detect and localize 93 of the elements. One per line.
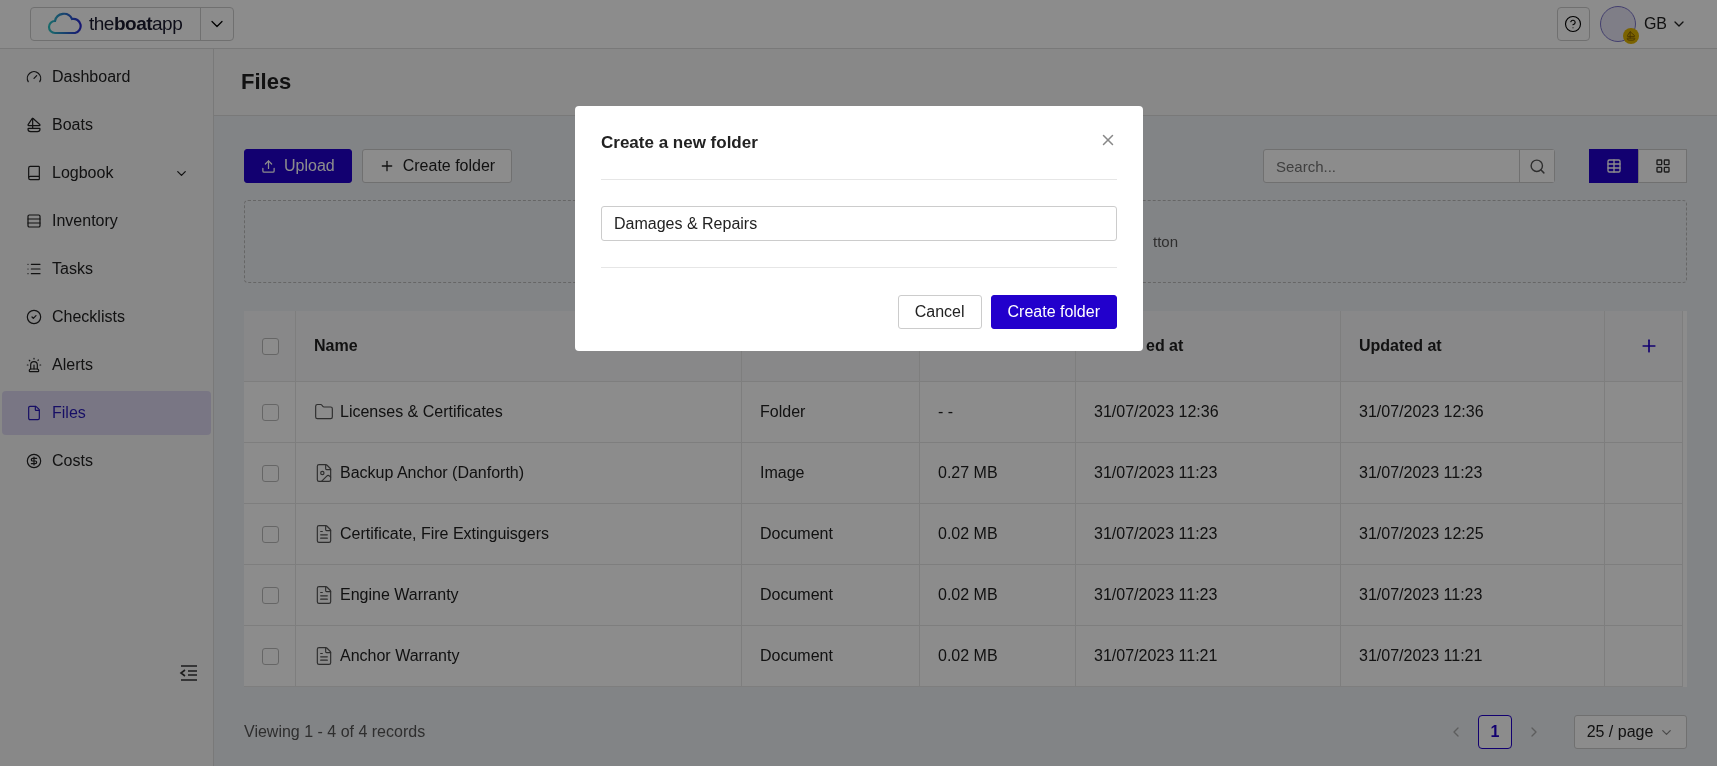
- page-button[interactable]: 1: [1478, 715, 1512, 749]
- file-icon: [26, 405, 42, 421]
- table-cell: 0.02 MB: [938, 647, 998, 665]
- table-cell: 31/07/2023 11:23: [1094, 586, 1218, 604]
- sidebar-item[interactable]: Inventory: [2, 199, 211, 243]
- search-icon: [1528, 157, 1546, 175]
- file-name: Anchor Warranty: [340, 647, 460, 665]
- checkbox[interactable]: [262, 403, 279, 421]
- sidebar-label: Boats: [52, 116, 94, 134]
- checkbox[interactable]: [262, 464, 279, 482]
- sidebar-label: Checklists: [52, 308, 126, 326]
- table-cell: 31/07/2023 11:23: [1359, 586, 1483, 604]
- table-cell: Document: [760, 647, 833, 665]
- sailboat-icon: [26, 117, 42, 133]
- siren-icon: [26, 357, 42, 373]
- table-cell: Folder: [760, 403, 806, 421]
- sidebar-label: Costs: [52, 452, 94, 470]
- create-folder-button[interactable]: Create folder: [361, 149, 513, 183]
- drop-zone-text: tton: [1153, 233, 1179, 250]
- page-title: Files: [241, 69, 292, 95]
- table-view-icon: [1605, 158, 1622, 174]
- file-name: Engine Warranty: [340, 586, 459, 604]
- sidebar-item[interactable]: Dashboard: [2, 55, 211, 99]
- sidebar-label: Tasks: [52, 260, 94, 278]
- rows-icon: [26, 213, 42, 229]
- table-cell: 0.27 MB: [938, 464, 998, 482]
- sidebar-item[interactable]: Costs: [2, 439, 211, 483]
- table-cell: 31/07/2023 11:23: [1094, 464, 1218, 482]
- help-icon: [1564, 15, 1583, 33]
- user-menu[interactable]: GB: [1635, 15, 1687, 33]
- sidebar-item[interactable]: Files: [2, 391, 211, 435]
- brand-name: theboatapp: [89, 13, 183, 35]
- upload-button[interactable]: Upload: [244, 149, 352, 183]
- avatar[interactable]: [1599, 6, 1636, 42]
- checkbox[interactable]: [262, 525, 279, 543]
- cloud-logo-icon: [47, 12, 83, 36]
- table-cell: 31/07/2023 11:23: [1094, 525, 1218, 543]
- column-header: ed at: [1146, 337, 1184, 355]
- search-input[interactable]: Search...: [1264, 150, 1519, 182]
- cancel-button[interactable]: Cancel: [897, 295, 982, 329]
- help-button[interactable]: [1556, 7, 1590, 41]
- table-cell: 31/07/2023 12:36: [1359, 403, 1484, 421]
- page-size-select[interactable]: 25 / page: [1574, 715, 1687, 749]
- folder-name-field[interactable]: Damages & Repairs: [601, 206, 1117, 241]
- sidebar-label: Dashboard: [52, 68, 132, 86]
- image-file-icon: [314, 463, 334, 483]
- table-cell: 31/07/2023 11:21: [1359, 647, 1483, 665]
- table-cell: 31/07/2023 11:21: [1094, 647, 1218, 665]
- document-icon: [314, 585, 334, 605]
- sidebar-item[interactable]: Tasks: [2, 247, 211, 291]
- gauge-icon: [26, 69, 42, 85]
- checkbox[interactable]: [262, 647, 279, 665]
- table-cell: Image: [760, 464, 805, 482]
- records-summary: Viewing 1 - 4 of 4 records: [244, 723, 427, 741]
- sidebar-item[interactable]: Logbook: [2, 151, 211, 195]
- table-cell: Document: [760, 525, 833, 543]
- list-icon: [26, 261, 42, 277]
- checkbox[interactable]: [262, 586, 279, 604]
- sidebar-label: Alerts: [52, 356, 94, 374]
- column-header: Updated at: [1359, 337, 1442, 355]
- boat-badge-icon: [1622, 28, 1639, 44]
- file-name: Backup Anchor (Danforth): [340, 464, 525, 482]
- file-name: Licenses & Certificates: [340, 403, 503, 421]
- dollar-icon: [26, 453, 42, 469]
- document-icon: [314, 646, 334, 666]
- sidebar-label: Files: [52, 404, 87, 422]
- sidebar-item[interactable]: Alerts: [2, 343, 211, 387]
- search-button[interactable]: [1519, 150, 1554, 182]
- table-cell: 0.02 MB: [938, 586, 998, 604]
- sidebar-label: Inventory: [52, 212, 119, 230]
- collapse-menu-icon[interactable]: [179, 664, 199, 682]
- table-cell: 31/07/2023 12:25: [1359, 525, 1484, 543]
- dialog-title: Create a new folder: [601, 132, 759, 153]
- sidebar-item[interactable]: Checklists: [2, 295, 211, 339]
- table-cell: 31/07/2023 12:36: [1094, 403, 1219, 421]
- upload-icon: [261, 158, 276, 174]
- view-toggle[interactable]: [1589, 149, 1638, 183]
- file-name: Certificate, Fire Extinguisgers: [340, 525, 549, 543]
- sidebar-label: Logbook: [52, 164, 115, 182]
- search-field[interactable]: Search...: [1263, 149, 1555, 183]
- create-folder-button[interactable]: Create folder: [990, 295, 1117, 329]
- table-cell: 0.02 MB: [938, 525, 998, 543]
- table-cell: Document: [760, 586, 833, 604]
- folder-icon: [314, 402, 334, 422]
- document-icon: [314, 524, 334, 544]
- check-circle-icon: [26, 309, 42, 325]
- table-cell: - -: [938, 403, 954, 421]
- column-header: Name: [314, 337, 358, 355]
- checkbox[interactable]: [262, 337, 279, 355]
- sidebar-item[interactable]: Boats: [2, 103, 211, 147]
- grid-view-icon: [1654, 158, 1671, 174]
- table-cell: 31/07/2023 11:23: [1359, 464, 1483, 482]
- book-icon: [26, 165, 42, 181]
